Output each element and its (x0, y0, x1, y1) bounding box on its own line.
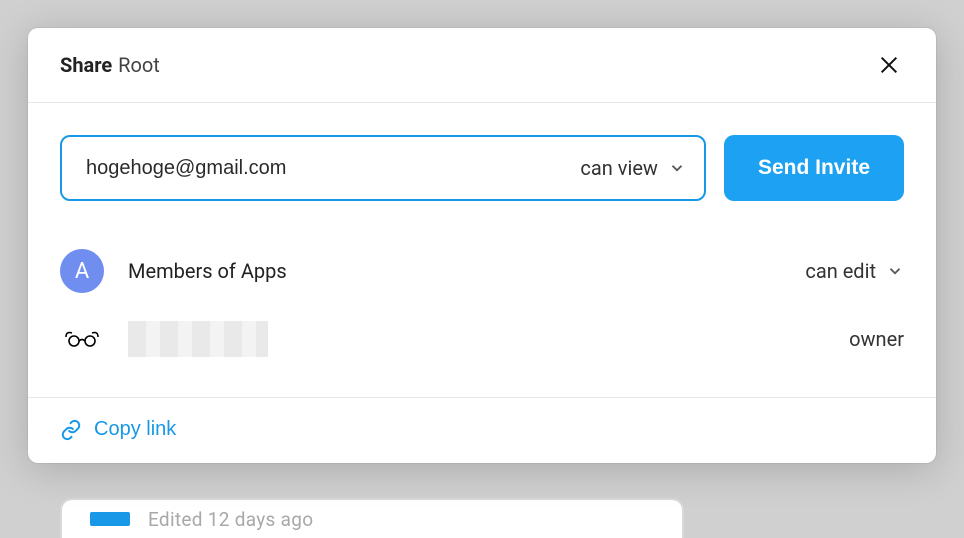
link-icon (60, 419, 82, 441)
role-label: can edit (805, 259, 876, 283)
member-row-owner: owner (60, 305, 904, 373)
invite-row: can view Send Invite (60, 135, 904, 201)
member-row-group: A Members of Apps can edit (60, 237, 904, 305)
send-invite-button[interactable]: Send Invite (724, 135, 904, 201)
member-name: Members of Apps (128, 259, 805, 283)
share-modal: Share Root can view Send Invite A (28, 28, 936, 463)
chevron-down-icon (668, 159, 686, 177)
title-prefix: Share (60, 53, 112, 77)
permission-dropdown[interactable]: can view (568, 156, 686, 180)
modal-body: can view Send Invite A Members of Apps c… (28, 103, 936, 398)
email-input-container[interactable]: can view (60, 135, 706, 201)
permission-label: can view (580, 156, 658, 180)
close-icon (878, 54, 900, 76)
redacted-block (128, 321, 268, 357)
avatar (60, 317, 104, 361)
modal-footer: Copy link (28, 398, 936, 463)
modal-title: Share Root (60, 53, 160, 77)
copy-link-button[interactable]: Copy link (60, 418, 176, 441)
background-card: Edited 12 days ago (60, 498, 684, 538)
close-button[interactable] (874, 50, 904, 80)
member-name-redacted (128, 321, 849, 357)
background-swatch (90, 512, 130, 526)
chevron-down-icon (886, 262, 904, 280)
background-edited-text: Edited 12 days ago (148, 508, 313, 531)
role-dropdown[interactable]: can edit (805, 259, 904, 283)
email-input[interactable] (86, 157, 568, 180)
copy-link-label: Copy link (94, 418, 176, 441)
role-label: owner (849, 327, 904, 351)
avatar: A (60, 249, 104, 293)
avatar-icon (60, 317, 104, 361)
title-name: Root (118, 53, 160, 77)
modal-header: Share Root (28, 28, 936, 103)
